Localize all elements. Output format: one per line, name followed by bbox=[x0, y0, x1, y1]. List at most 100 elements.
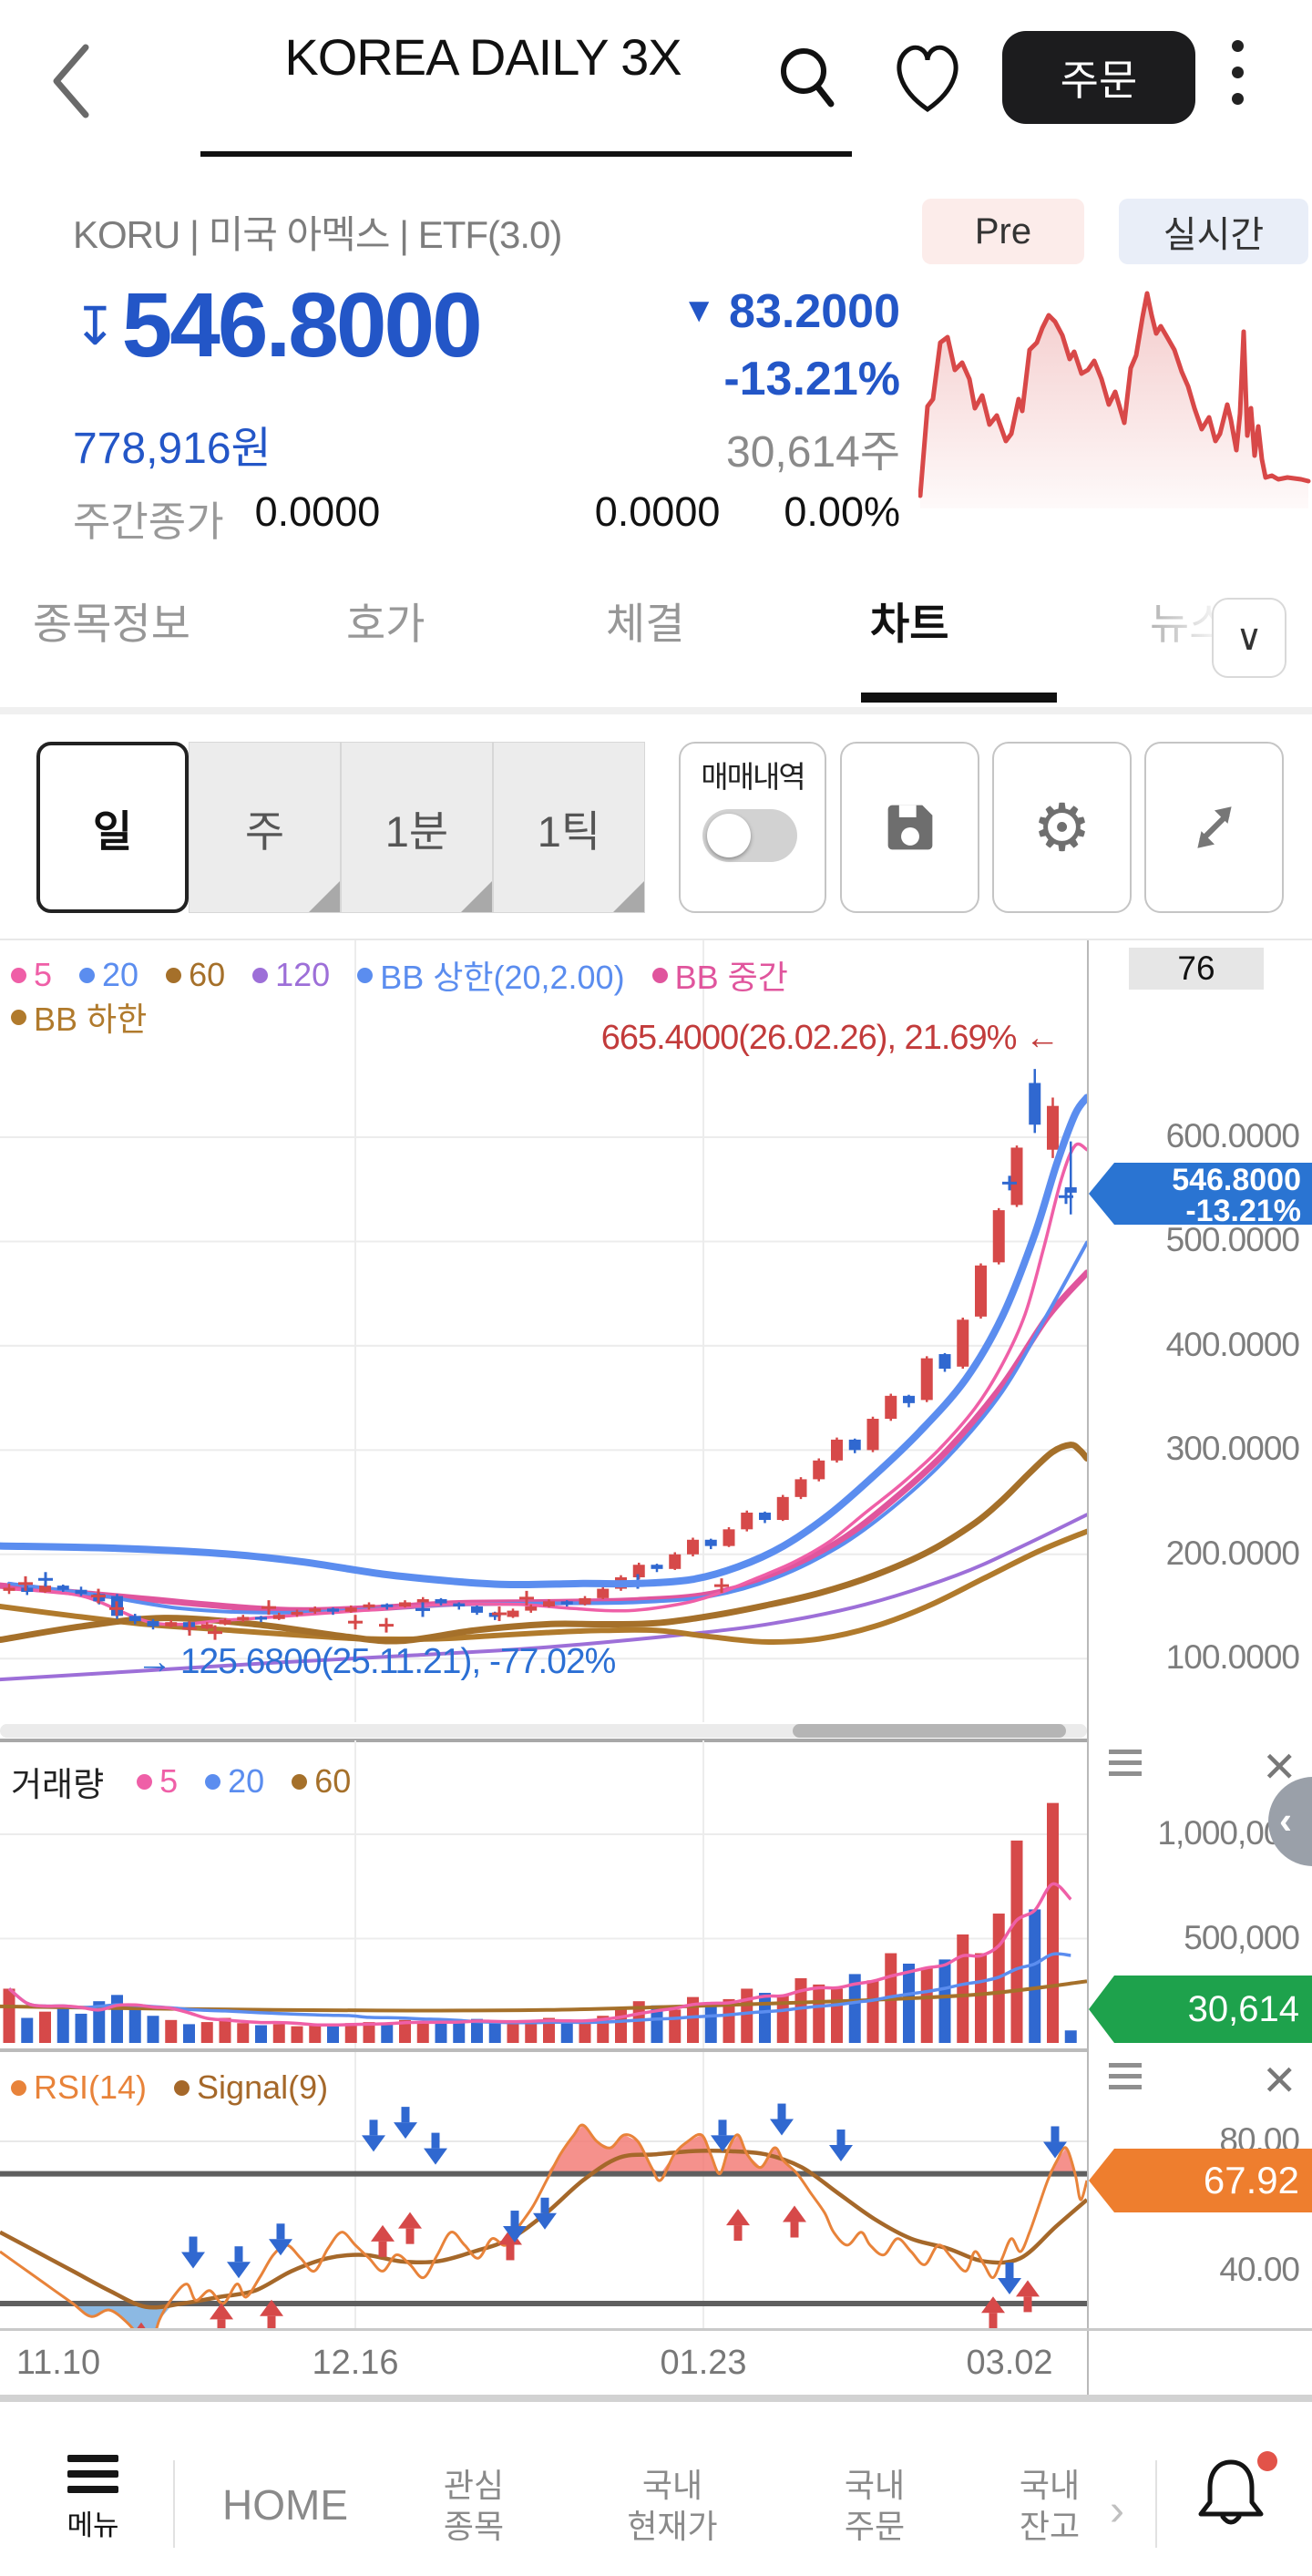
volume-shares: 30,614주 bbox=[726, 428, 900, 477]
nav-domestic-balance[interactable]: 국내 잔고 bbox=[986, 2449, 1113, 2562]
symbol-info: KORU | 미국 아멕스 | ETF(3.0) bbox=[73, 213, 562, 256]
volume-legend: 거래량 5 20 60 bbox=[11, 1757, 351, 1806]
active-tab-underline bbox=[861, 693, 1057, 703]
legend-item: 5 bbox=[11, 956, 52, 994]
realtime-badge[interactable]: 실시간 bbox=[1119, 199, 1308, 264]
price-axis-panel: 76 600.0000 500.0000 400.0000 300.0000 200.0… bbox=[1087, 940, 1312, 2328]
current-rsi-badge: 67.92 bbox=[1089, 2149, 1312, 2212]
order-button[interactable]: 주문 bbox=[1002, 31, 1195, 124]
tab-bar: 종목정보 호가 체결 차트 뉴스 ∨ bbox=[0, 572, 1312, 709]
period-1min-button[interactable]: 1분 bbox=[341, 742, 493, 913]
app-screen: KOREA DAILY 3X 주문 KORU | 미국 아멕스 | ETF(3.… bbox=[0, 0, 1312, 2576]
panel-divider bbox=[0, 2328, 1312, 2331]
bar-count-box: 76 bbox=[1129, 948, 1264, 990]
heart-icon bbox=[897, 45, 958, 113]
dot-icon bbox=[1232, 93, 1244, 105]
rsi-legend: RSI(14) Signal(9) bbox=[11, 2068, 328, 2107]
dot-icon bbox=[1232, 67, 1244, 78]
x-axis-label: 11.10 bbox=[15, 2344, 101, 2382]
more-menu-button[interactable] bbox=[1232, 40, 1244, 105]
notifications-button[interactable] bbox=[1192, 2449, 1277, 2548]
nav-more-chevron[interactable]: › bbox=[1110, 2486, 1124, 2536]
chart-scrollbar[interactable] bbox=[0, 1724, 1087, 1738]
divider bbox=[0, 707, 1312, 714]
badge-percent: -13.21% bbox=[1185, 1194, 1301, 1228]
week-change-percent: 0.00% bbox=[784, 488, 900, 535]
nav-menu-button[interactable]: 메뉴 bbox=[47, 2455, 138, 2543]
legend-item: 20 bbox=[79, 956, 138, 994]
week-close-label: 주간종가 bbox=[73, 498, 224, 545]
badge-price: 546.8000 bbox=[1172, 1163, 1301, 1197]
legend-item: RSI(14) bbox=[11, 2068, 147, 2107]
tab-executions[interactable]: 체결 bbox=[606, 589, 684, 652]
tab-stock-info[interactable]: 종목정보 bbox=[33, 589, 190, 652]
krw-value: 778,916원 bbox=[73, 425, 272, 473]
change-value: 83.2000 bbox=[729, 285, 900, 338]
scrollbar-thumb[interactable] bbox=[793, 1724, 1066, 1738]
chart-bottom-border bbox=[0, 2395, 1312, 2402]
fold-corner bbox=[309, 881, 340, 912]
legend-item: BB 하한 bbox=[11, 993, 147, 1041]
toggle-switch[interactable] bbox=[702, 809, 797, 862]
period-day-button[interactable]: 일 bbox=[36, 742, 189, 913]
axis-divider bbox=[1087, 2331, 1089, 2395]
price-axis-label: 600.0000 bbox=[1165, 1117, 1300, 1155]
trade-history-toggle-button[interactable]: 매매내역 bbox=[679, 742, 826, 913]
save-chart-button[interactable] bbox=[840, 742, 979, 913]
title-underline bbox=[200, 151, 852, 157]
main-chart-legend-row2: BB 하한 bbox=[11, 993, 147, 1041]
toggle-knob bbox=[707, 814, 751, 857]
x-axis-label: 03.02 bbox=[966, 2344, 1053, 2382]
notification-dot bbox=[1257, 2451, 1277, 2471]
chevron-down-icon: ∨ bbox=[1235, 618, 1263, 658]
legend-item: BB 상한(20,2.00) bbox=[357, 951, 625, 999]
legend-item: 5 bbox=[137, 1762, 178, 1801]
price-axis-label: 300.0000 bbox=[1165, 1430, 1300, 1468]
search-button[interactable] bbox=[773, 38, 846, 120]
chart-region: 5 20 60 120 BB 상한(20,2.00) BB 중간 BB 하한 665.40… bbox=[0, 939, 1312, 2402]
chart-settings-button[interactable]: ⚙ bbox=[992, 742, 1132, 913]
legend-item: 60 bbox=[292, 1762, 351, 1801]
mini-sparkline-chart bbox=[918, 291, 1311, 508]
legend-item: BB 중간 bbox=[651, 951, 788, 999]
main-chart-legend-row1: 5 20 60 120 BB 상한(20,2.00) BB 중간 bbox=[11, 951, 788, 999]
bottom-nav: 메뉴 HOME 관심 종목 국내 현재가 국내 주문 국내 잔고 › bbox=[0, 2449, 1312, 2568]
down-triangle-icon: ▼ bbox=[682, 292, 717, 330]
tab-dropdown-button[interactable]: ∨ bbox=[1212, 598, 1286, 678]
nav-domestic-price[interactable]: 국내 현재가 bbox=[590, 2449, 754, 2562]
period-1tick-button[interactable]: 1틱 bbox=[493, 742, 645, 913]
volume-panel-drag-handle-icon[interactable] bbox=[1109, 1750, 1142, 1776]
period-week-button[interactable]: 주 bbox=[189, 742, 341, 913]
current-price: ↧ 546.8000 bbox=[73, 273, 483, 378]
x-axis-label: 12.16 bbox=[312, 2344, 399, 2382]
price-change: ▼ 83.2000 -13.21% bbox=[510, 284, 900, 406]
favorite-button[interactable] bbox=[886, 36, 969, 122]
chart-controls: 일 주 1분 1틱 매매내역 ⚙ bbox=[0, 740, 1312, 919]
week-close-value: 0.0000 bbox=[254, 488, 381, 535]
week-close-row: 주간종가 0.0000 0.0000 0.00% bbox=[73, 488, 900, 548]
price-axis-label: 200.0000 bbox=[1165, 1534, 1300, 1572]
pre-market-badge: Pre bbox=[922, 199, 1084, 264]
nav-menu-label: 메뉴 bbox=[67, 2509, 119, 2541]
trade-history-label: 매매내역 bbox=[701, 760, 805, 794]
rsi-panel-close-button[interactable]: ✕ bbox=[1262, 2056, 1297, 2105]
fold-corner bbox=[461, 881, 492, 912]
low-annotation: → 125.6800(25.11.21), -77.02% bbox=[137, 1642, 616, 1681]
expand-icon bbox=[1196, 806, 1232, 848]
nav-divider bbox=[173, 2460, 175, 2548]
volume-title: 거래량 bbox=[11, 1766, 105, 1803]
nav-watchlist[interactable]: 관심 종목 bbox=[410, 2449, 538, 2562]
high-annotation: 665.4000(26.02.26), 21.69% ← bbox=[600, 1019, 1060, 1057]
nav-domestic-order[interactable]: 국내 주문 bbox=[811, 2449, 938, 2562]
tab-chart[interactable]: 차트 bbox=[870, 589, 948, 652]
rsi-panel-drag-handle-icon[interactable] bbox=[1109, 2063, 1142, 2089]
nav-home[interactable]: HOME bbox=[208, 2449, 363, 2562]
header: KOREA DAILY 3X 주문 bbox=[0, 0, 1312, 182]
fold-corner bbox=[613, 881, 644, 912]
fullscreen-button[interactable] bbox=[1144, 742, 1284, 913]
gear-icon: ⚙ bbox=[1032, 792, 1092, 865]
back-button[interactable] bbox=[44, 40, 102, 122]
legend-item: 20 bbox=[205, 1762, 264, 1801]
tab-quotes[interactable]: 호가 bbox=[346, 589, 425, 652]
price-axis-label: 500.0000 bbox=[1165, 1221, 1300, 1259]
